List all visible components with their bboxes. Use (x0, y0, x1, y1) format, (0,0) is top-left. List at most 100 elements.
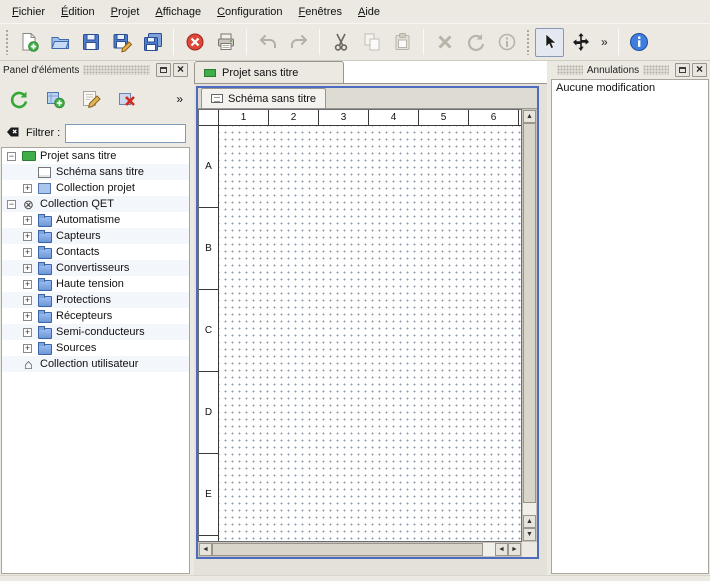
print-button[interactable] (211, 28, 240, 57)
tree-item-recepteurs[interactable]: + Récepteurs (2, 308, 189, 324)
toolbar-grip[interactable] (5, 29, 9, 55)
scroll-right-button[interactable] (508, 543, 521, 556)
edit-element-button[interactable] (76, 84, 106, 114)
tree-item-projet-sans-titre[interactable]: − Projet sans titre (2, 148, 189, 164)
tree-expander[interactable]: + (23, 264, 32, 273)
open-file-button[interactable] (45, 28, 74, 57)
horizontal-scrollbar-thumb[interactable] (212, 543, 483, 556)
filter-label: Filtrer : (26, 127, 60, 139)
undo-empty-message: Aucune modification (556, 82, 655, 94)
tab-projet-sans-titre[interactable]: Projet sans titre (194, 61, 344, 83)
paste-button[interactable] (388, 28, 417, 57)
schema-canvas[interactable] (219, 126, 521, 541)
scroll-left-button[interactable] (199, 543, 212, 556)
tree-item-sources[interactable]: + Sources (2, 340, 189, 356)
elements-tree[interactable]: − Projet sans titre Schéma sans titre + … (1, 147, 190, 574)
elements-panel-titlebar[interactable]: Panel d'éléments (0, 61, 191, 79)
tree-expander[interactable]: − (7, 200, 16, 209)
folder-icon (37, 230, 52, 243)
tree-item-semi-conducteurs[interactable]: + Semi-conducteurs (2, 324, 189, 340)
tree-item-contacts[interactable]: + Contacts (2, 244, 189, 260)
scrollbar-track[interactable] (523, 503, 536, 515)
folder-icon (37, 326, 52, 339)
scroll-up-button[interactable] (523, 110, 536, 123)
float-panel-button[interactable] (156, 63, 171, 77)
menu-affichage[interactable]: Affichage (147, 3, 209, 21)
close-panel-button[interactable] (692, 63, 707, 77)
tree-item-haute-tension[interactable]: + Haute tension (2, 276, 189, 292)
float-panel-button[interactable] (675, 63, 690, 77)
scrollbar-track[interactable] (483, 543, 495, 556)
dock-grip[interactable] (83, 65, 150, 75)
save-button[interactable] (76, 28, 105, 57)
undo-button[interactable] (253, 28, 282, 57)
tree-item-automatisme[interactable]: + Automatisme (2, 212, 189, 228)
delete-button[interactable] (430, 28, 459, 57)
tree-item-capteurs[interactable]: + Capteurs (2, 228, 189, 244)
tab-schema-sans-titre[interactable]: Schéma sans titre (201, 88, 326, 108)
menu-fenetres[interactable]: Fenêtres (291, 3, 350, 21)
scroll-left-button[interactable] (495, 543, 508, 556)
tree-expander[interactable]: + (23, 232, 32, 241)
tree-item-protections[interactable]: + Protections (2, 292, 189, 308)
dock-grip[interactable] (557, 65, 583, 75)
save-as-button[interactable] (107, 28, 136, 57)
reload-collections-button[interactable] (4, 84, 34, 114)
menu-fichier[interactable]: Fichier (4, 3, 53, 21)
schema-window[interactable]: Schéma sans titre 1 2 3 4 5 (196, 86, 539, 559)
close-file-button[interactable] (180, 28, 209, 57)
tree-item-schema-sans-titre[interactable]: Schéma sans titre (2, 164, 189, 180)
filter-input[interactable] (65, 124, 186, 143)
undo-history-list[interactable]: Aucune modification (551, 79, 709, 574)
tree-item-label: Automatisme (56, 214, 120, 226)
vertical-scrollbar[interactable] (522, 109, 537, 542)
scroll-down-button[interactable] (523, 528, 536, 541)
rotate-icon (465, 31, 487, 53)
tree-expander[interactable]: + (23, 312, 32, 321)
tree-item-collection-projet[interactable]: + Collection projet (2, 180, 189, 196)
qelectrotech-window: Fichier Édition Projet Affichage Configu… (0, 0, 710, 581)
panel-toolbar-overflow-button[interactable]: » (172, 92, 187, 106)
tree-expander[interactable]: + (23, 216, 32, 225)
diagram-viewport[interactable]: 1 2 3 4 5 6 A B C (198, 109, 522, 542)
vertical-scrollbar-thumb[interactable] (523, 123, 536, 503)
save-all-button[interactable] (138, 28, 167, 57)
horizontal-scrollbar[interactable] (198, 542, 522, 557)
resize-corner[interactable] (522, 542, 537, 557)
scroll-up-button[interactable] (523, 515, 536, 528)
menu-aide[interactable]: Aide (350, 3, 388, 21)
tree-expander[interactable]: + (23, 280, 32, 289)
tree-item-convertisseurs[interactable]: + Convertisseurs (2, 260, 189, 276)
tree-expander[interactable]: + (23, 248, 32, 257)
tree-expander[interactable]: + (23, 184, 32, 193)
close-panel-button[interactable] (173, 63, 188, 77)
menu-bar: Fichier Édition Projet Affichage Configu… (0, 0, 710, 23)
toolbar-grip[interactable] (526, 29, 530, 55)
redo-button[interactable] (284, 28, 313, 57)
new-document-button[interactable] (14, 28, 43, 57)
menu-configuration[interactable]: Configuration (209, 3, 290, 21)
select-tool-button[interactable] (535, 28, 564, 57)
folder-icon (37, 342, 52, 355)
toolbar-overflow-button[interactable]: » (597, 35, 612, 49)
new-element-button[interactable] (40, 84, 70, 114)
menu-edition[interactable]: Édition (53, 3, 103, 21)
clear-filter-icon[interactable] (5, 125, 21, 141)
filter-row: Filtrer : (0, 119, 191, 147)
cut-button[interactable] (326, 28, 355, 57)
tree-expander[interactable]: + (23, 344, 32, 353)
move-tool-button[interactable] (566, 28, 595, 57)
tree-expander[interactable]: + (23, 296, 32, 305)
project-info-button[interactable] (625, 28, 654, 57)
tree-item-collection-utilisateur[interactable]: Collection utilisateur (2, 356, 189, 372)
rotate-button[interactable] (461, 28, 490, 57)
undo-panel-titlebar[interactable]: Annulations (550, 61, 710, 79)
menu-projet[interactable]: Projet (103, 3, 148, 21)
tree-expander[interactable]: − (7, 152, 16, 161)
dock-grip[interactable] (643, 65, 669, 75)
element-info-button[interactable] (492, 28, 521, 57)
tree-item-collection-qet[interactable]: − Collection QET (2, 196, 189, 212)
copy-button[interactable] (357, 28, 386, 57)
delete-element-button[interactable] (112, 84, 142, 114)
tree-expander[interactable]: + (23, 328, 32, 337)
